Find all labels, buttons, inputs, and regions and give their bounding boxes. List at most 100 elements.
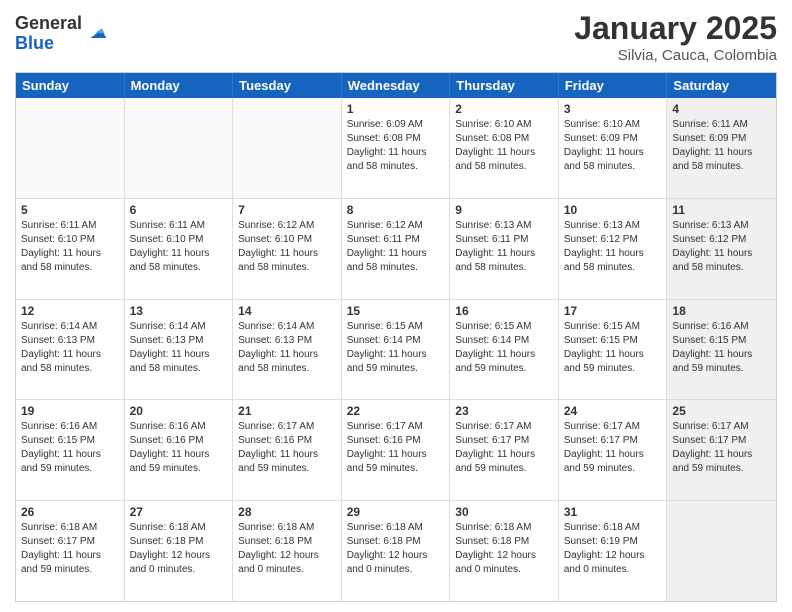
day-number: 26 (21, 505, 119, 519)
calendar-cell: 6 Sunrise: 6:11 AM Sunset: 6:10 PM Daylig… (125, 199, 234, 299)
day-info: Sunrise: 6:16 AM Sunset: 6:15 PM Dayligh… (672, 320, 771, 376)
day-number: 13 (130, 304, 228, 318)
day-number: 29 (347, 505, 445, 519)
day-number: 3 (564, 102, 662, 116)
day-info: Sunrise: 6:18 AM Sunset: 6:18 PM Dayligh… (130, 521, 228, 577)
day-number: 17 (564, 304, 662, 318)
header: General Blue January 2025 Silvia, Cauca,… (15, 10, 777, 64)
calendar-cell: 17 Sunrise: 6:15 AM Sunset: 6:15 PM Dayli… (559, 300, 668, 400)
day-number: 12 (21, 304, 119, 318)
calendar-cell: 1Sunrise: 6:09 AM Sunset: 6:08 PM Daylig… (342, 98, 451, 198)
subtitle: Silvia, Cauca, Colombia (574, 47, 777, 64)
calendar-week-row: 19 Sunrise: 6:16 AM Sunset: 6:15 PM Dayli… (16, 399, 776, 500)
day-info: Sunrise: 6:09 AM Sunset: 6:08 PM Dayligh… (347, 118, 445, 174)
day-number: 15 (347, 304, 445, 318)
day-number: 6 (130, 203, 228, 217)
calendar-cell: 16Sunrise: 6:15 AM Sunset: 6:14 PM Dayli… (450, 300, 559, 400)
calendar: SundayMondayTuesdayWednesdayThursdayFrid… (15, 72, 777, 602)
day-number: 25 (672, 404, 771, 418)
day-info: Sunrise: 6:18 AM Sunset: 6:17 PM Dayligh… (21, 521, 119, 577)
calendar-week-row: 12 Sunrise: 6:14 AM Sunset: 6:13 PM Dayli… (16, 299, 776, 400)
day-info: Sunrise: 6:17 AM Sunset: 6:17 PM Dayligh… (564, 420, 662, 476)
day-number: 18 (672, 304, 771, 318)
day-number: 23 (455, 404, 553, 418)
day-number: 4 (672, 102, 771, 116)
calendar-cell: 26 Sunrise: 6:18 AM Sunset: 6:17 PM Dayli… (16, 501, 125, 601)
calendar-cell (16, 98, 125, 198)
day-info: Sunrise: 6:15 AM Sunset: 6:15 PM Dayligh… (564, 320, 662, 376)
day-number: 19 (21, 404, 119, 418)
day-number: 22 (347, 404, 445, 418)
month-title: January 2025 (574, 10, 777, 47)
calendar-cell: 2Sunrise: 6:10 AM Sunset: 6:08 PM Daylig… (450, 98, 559, 198)
day-number: 14 (238, 304, 336, 318)
calendar-cell: 25Sunrise: 6:17 AM Sunset: 6:17 PM Dayli… (667, 400, 776, 500)
day-info: Sunrise: 6:13 AM Sunset: 6:12 PM Dayligh… (564, 219, 662, 275)
calendar-cell: 23 Sunrise: 6:17 AM Sunset: 6:17 PM Dayli… (450, 400, 559, 500)
day-info: Sunrise: 6:12 AM Sunset: 6:11 PM Dayligh… (347, 219, 445, 275)
day-info: Sunrise: 6:16 AM Sunset: 6:15 PM Dayligh… (21, 420, 119, 476)
day-info: Sunrise: 6:14 AM Sunset: 6:13 PM Dayligh… (238, 320, 336, 376)
day-info: Sunrise: 6:11 AM Sunset: 6:10 PM Dayligh… (130, 219, 228, 275)
calendar-cell: 22 Sunrise: 6:17 AM Sunset: 6:16 PM Dayli… (342, 400, 451, 500)
calendar-cell: 4 Sunrise: 6:11 AM Sunset: 6:09 PM Daylig… (667, 98, 776, 198)
calendar-cell: 31 Sunrise: 6:18 AM Sunset: 6:19 PM Dayli… (559, 501, 668, 601)
calendar-cell: 27 Sunrise: 6:18 AM Sunset: 6:18 PM Dayli… (125, 501, 234, 601)
day-number: 21 (238, 404, 336, 418)
logo-general: General (15, 14, 82, 34)
day-info: Sunrise: 6:17 AM Sunset: 6:17 PM Dayligh… (455, 420, 553, 476)
calendar-header-day: Wednesday (342, 73, 451, 98)
calendar-cell (233, 98, 342, 198)
day-info: Sunrise: 6:13 AM Sunset: 6:11 PM Dayligh… (455, 219, 553, 275)
calendar-cell: 21 Sunrise: 6:17 AM Sunset: 6:16 PM Dayli… (233, 400, 342, 500)
calendar-cell: 9 Sunrise: 6:13 AM Sunset: 6:11 PM Daylig… (450, 199, 559, 299)
calendar-cell: 18 Sunrise: 6:16 AM Sunset: 6:15 PM Dayli… (667, 300, 776, 400)
calendar-cell: 24 Sunrise: 6:17 AM Sunset: 6:17 PM Dayli… (559, 400, 668, 500)
calendar-header-day: Thursday (450, 73, 559, 98)
logo-blue: Blue (15, 34, 82, 54)
day-number: 2 (455, 102, 553, 116)
calendar-cell: 12Sunrise: 6:14 AM Sunset: 6:13 PM Dayli… (16, 300, 125, 400)
day-info: Sunrise: 6:17 AM Sunset: 6:16 PM Dayligh… (347, 420, 445, 476)
day-number: 11 (672, 203, 771, 217)
day-info: Sunrise: 6:15 AM Sunset: 6:14 PM Dayligh… (347, 320, 445, 376)
calendar-cell: 10Sunrise: 6:13 AM Sunset: 6:12 PM Dayli… (559, 199, 668, 299)
calendar-header-day: Saturday (667, 73, 776, 98)
day-info: Sunrise: 6:17 AM Sunset: 6:16 PM Dayligh… (238, 420, 336, 476)
day-info: Sunrise: 6:15 AM Sunset: 6:14 PM Dayligh… (455, 320, 553, 376)
calendar-week-row: 5 Sunrise: 6:11 AM Sunset: 6:10 PM Daylig… (16, 198, 776, 299)
day-number: 24 (564, 404, 662, 418)
day-number: 8 (347, 203, 445, 217)
day-number: 7 (238, 203, 336, 217)
calendar-cell (125, 98, 234, 198)
day-info: Sunrise: 6:10 AM Sunset: 6:09 PM Dayligh… (564, 118, 662, 174)
logo-icon (84, 22, 108, 46)
day-number: 28 (238, 505, 336, 519)
calendar-week-row: 26 Sunrise: 6:18 AM Sunset: 6:17 PM Dayli… (16, 500, 776, 601)
day-info: Sunrise: 6:14 AM Sunset: 6:13 PM Dayligh… (130, 320, 228, 376)
calendar-cell: 19 Sunrise: 6:16 AM Sunset: 6:15 PM Dayli… (16, 400, 125, 500)
page: General Blue January 2025 Silvia, Cauca,… (0, 0, 792, 612)
calendar-cell: 14 Sunrise: 6:14 AM Sunset: 6:13 PM Dayli… (233, 300, 342, 400)
calendar-cell: 13 Sunrise: 6:14 AM Sunset: 6:13 PM Dayli… (125, 300, 234, 400)
day-number: 20 (130, 404, 228, 418)
calendar-header: SundayMondayTuesdayWednesdayThursdayFrid… (16, 73, 776, 98)
day-number: 5 (21, 203, 119, 217)
day-info: Sunrise: 6:18 AM Sunset: 6:19 PM Dayligh… (564, 521, 662, 577)
calendar-cell: 28Sunrise: 6:18 AM Sunset: 6:18 PM Dayli… (233, 501, 342, 601)
calendar-header-day: Sunday (16, 73, 125, 98)
calendar-header-day: Tuesday (233, 73, 342, 98)
calendar-cell (667, 501, 776, 601)
day-number: 31 (564, 505, 662, 519)
title-block: January 2025 Silvia, Cauca, Colombia (574, 10, 777, 64)
day-number: 27 (130, 505, 228, 519)
calendar-cell: 7Sunrise: 6:12 AM Sunset: 6:10 PM Daylig… (233, 199, 342, 299)
day-info: Sunrise: 6:11 AM Sunset: 6:09 PM Dayligh… (672, 118, 771, 174)
calendar-header-day: Friday (559, 73, 668, 98)
logo-text: General Blue (15, 14, 82, 54)
calendar-header-day: Monday (125, 73, 234, 98)
day-number: 9 (455, 203, 553, 217)
day-info: Sunrise: 6:18 AM Sunset: 6:18 PM Dayligh… (455, 521, 553, 577)
day-info: Sunrise: 6:11 AM Sunset: 6:10 PM Dayligh… (21, 219, 119, 275)
calendar-cell: 5 Sunrise: 6:11 AM Sunset: 6:10 PM Daylig… (16, 199, 125, 299)
